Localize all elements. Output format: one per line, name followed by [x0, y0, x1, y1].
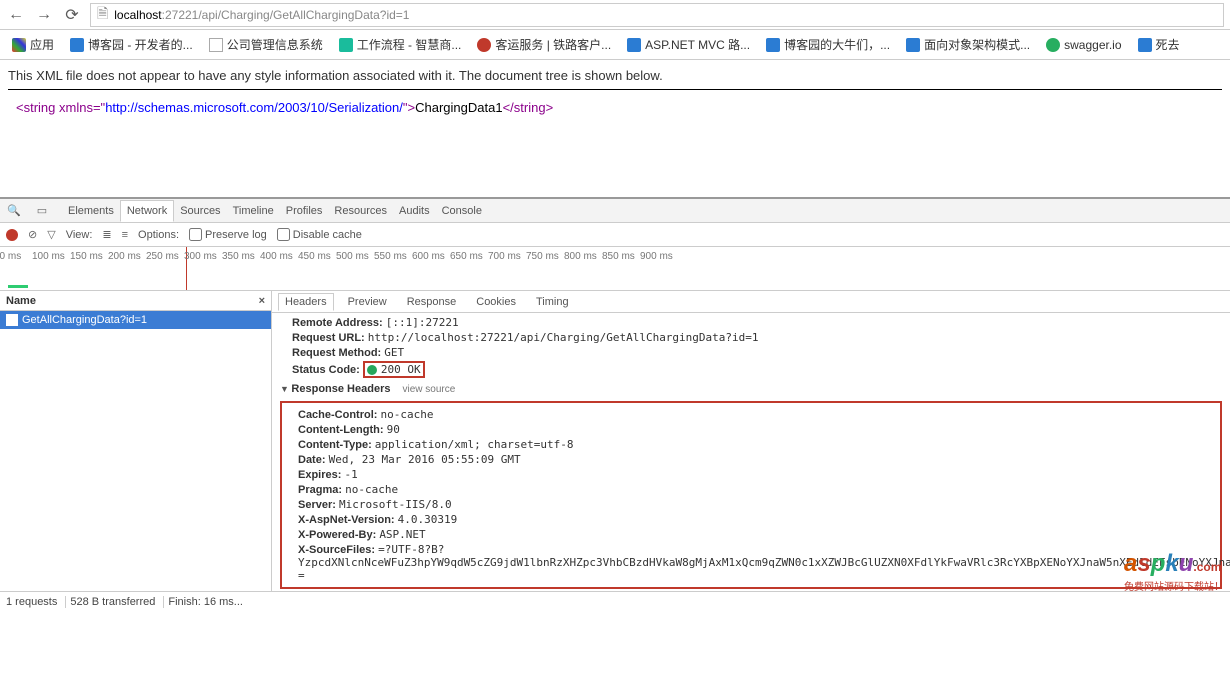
status-transferred: 528 B transferred — [70, 596, 164, 608]
details-tabbar: Headers Preview Response Cookies Timing — [272, 291, 1230, 313]
bookmark-item[interactable]: ASP.NET MVC 路... — [621, 34, 756, 55]
details-tab-response[interactable]: Response — [401, 294, 463, 310]
browser-toolbar: ← → ⟳ 🗎 localhost:27221/api/Charging/Get… — [0, 0, 1230, 30]
status-code-key: Status Code: — [292, 364, 360, 376]
back-icon[interactable]: ← — [6, 5, 26, 25]
remote-address-key: Remote Address: — [292, 317, 383, 329]
details-tab-headers[interactable]: Headers — [278, 293, 334, 311]
devtools-tab-console[interactable]: Console — [436, 201, 488, 221]
devtools-tab-timeline[interactable]: Timeline — [227, 201, 280, 221]
response-header-row: X-Powered-By: ASP.NET — [286, 527, 1216, 542]
clear-icon[interactable]: ⊘ — [28, 228, 37, 241]
devtools-panel: 🔍 ▭ ElementsNetworkSourcesTimelineProfil… — [0, 197, 1230, 611]
bookmark-item[interactable]: 死去 — [1132, 34, 1186, 55]
favicon-icon — [339, 38, 353, 52]
request-list-pane: Name × GetAllChargingData?id=1 — [0, 291, 272, 591]
bookmark-item[interactable]: 应用 — [6, 34, 60, 55]
favicon-icon — [477, 38, 491, 52]
url-host: localhost — [114, 8, 161, 22]
response-header-row: Server: Microsoft-IIS/8.0 — [286, 497, 1216, 512]
bookmark-item[interactable]: 工作流程 - 智慧商... — [333, 34, 468, 55]
response-header-row: Cache-Control: no-cache — [286, 407, 1216, 422]
request-details-pane: Headers Preview Response Cookies Timing Remo… — [272, 291, 1230, 591]
favicon-icon — [1138, 38, 1152, 52]
network-toolbar: ⊘ ▽ View: ≣ ≡ Options: Preserve log Disa… — [0, 223, 1230, 247]
bookmark-item[interactable]: 客运服务 | 铁路客户... — [471, 34, 617, 55]
details-tab-timing[interactable]: Timing — [530, 294, 575, 310]
xml-info-message: This XML file does not appear to have an… — [8, 68, 1222, 90]
view-large-icon[interactable]: ≣ — [102, 228, 111, 241]
devtools-tab-audits[interactable]: Audits — [393, 201, 436, 221]
favicon-icon — [906, 38, 920, 52]
response-header-row: X-AspNet-Version: 4.0.30319 — [286, 512, 1216, 527]
response-header-row: Expires: -1 — [286, 467, 1216, 482]
bookmark-item[interactable]: 博客园 - 开发者的... — [64, 34, 199, 55]
filter-icon[interactable]: ▽ — [47, 228, 55, 241]
status-finish: Finish: 16 ms... — [168, 596, 243, 608]
devtools-tab-network[interactable]: Network — [120, 200, 174, 222]
bookmark-item[interactable]: swagger.io — [1040, 36, 1127, 54]
inspect-icon[interactable]: 🔍 — [6, 204, 22, 217]
watermark: aspku.com 免费网站源码下载站！ — [1124, 550, 1224, 593]
response-header-row: Date: Wed, 23 Mar 2016 05:55:09 GMT — [286, 452, 1216, 467]
devtools-tab-sources[interactable]: Sources — [174, 201, 226, 221]
timeline-request-bar — [8, 285, 28, 288]
network-timeline[interactable]: 50 ms100 ms150 ms200 ms250 ms300 ms350 m… — [0, 247, 1230, 291]
page-icon: 🗎 — [97, 3, 108, 27]
response-header-row: Content-Length: 90 — [286, 422, 1216, 437]
devtools-tabbar: 🔍 ▭ ElementsNetworkSourcesTimelineProfil… — [0, 199, 1230, 223]
file-icon — [6, 314, 18, 326]
status-code-highlight: 200 OK — [363, 361, 425, 378]
bookmark-item[interactable]: 面向对象架构模式... — [900, 34, 1036, 55]
request-row[interactable]: GetAllChargingData?id=1 — [0, 311, 271, 329]
favicon-icon — [766, 38, 780, 52]
favicon-icon — [70, 38, 84, 52]
response-headers-highlight: Cache-Control: no-cacheContent-Length: 9… — [280, 401, 1222, 589]
request-method-key: Request Method: — [292, 347, 381, 359]
status-requests: 1 requests — [6, 596, 66, 608]
details-tab-preview[interactable]: Preview — [342, 294, 393, 310]
bookmark-item[interactable]: 博客园的大牛们，... — [760, 34, 896, 55]
request-url-key: Request URL: — [292, 332, 365, 344]
close-icon[interactable]: × — [259, 295, 265, 307]
name-column-header[interactable]: Name — [6, 295, 36, 307]
forward-icon[interactable]: → — [34, 5, 54, 25]
view-source-link[interactable]: view source — [402, 384, 455, 395]
response-headers-section[interactable]: Response Headersview source — [280, 379, 1222, 399]
xml-tree: <string xmlns="http://schemas.microsoft.… — [8, 100, 1222, 115]
devtools-tab-elements[interactable]: Elements — [62, 201, 120, 221]
preserve-log-checkbox[interactable]: Preserve log — [189, 228, 267, 241]
record-icon[interactable] — [6, 229, 18, 241]
response-header-row: X-SourceFiles: =?UTF-8?B?YzpcdXNlcnNceWF… — [286, 542, 1216, 583]
devtools-tab-profiles[interactable]: Profiles — [280, 201, 329, 221]
disable-cache-checkbox[interactable]: Disable cache — [277, 228, 362, 241]
details-tab-cookies[interactable]: Cookies — [470, 294, 522, 310]
status-dot-icon — [367, 365, 377, 375]
page-content: This XML file does not appear to have an… — [0, 60, 1230, 127]
bookmark-item[interactable]: 公司管理信息系统 — [203, 34, 329, 55]
view-label: View: — [66, 229, 93, 241]
response-header-row: Content-Type: application/xml; charset=u… — [286, 437, 1216, 452]
favicon-icon — [12, 38, 26, 52]
favicon-icon — [209, 38, 223, 52]
options-label: Options: — [138, 229, 179, 241]
view-small-icon[interactable]: ≡ — [122, 229, 128, 241]
device-icon[interactable]: ▭ — [34, 204, 50, 217]
devtools-statusbar: 1 requests 528 B transferred Finish: 16 … — [0, 591, 1230, 611]
favicon-icon — [1046, 38, 1060, 52]
reload-icon[interactable]: ⟳ — [62, 5, 82, 25]
bookmarks-bar: 应用博客园 - 开发者的...公司管理信息系统工作流程 - 智慧商...客运服务… — [0, 30, 1230, 60]
url-bar[interactable]: 🗎 localhost:27221/api/Charging/GetAllCha… — [90, 3, 1224, 27]
favicon-icon — [627, 38, 641, 52]
response-header-row: Pragma: no-cache — [286, 482, 1216, 497]
devtools-tab-resources[interactable]: Resources — [328, 201, 393, 221]
